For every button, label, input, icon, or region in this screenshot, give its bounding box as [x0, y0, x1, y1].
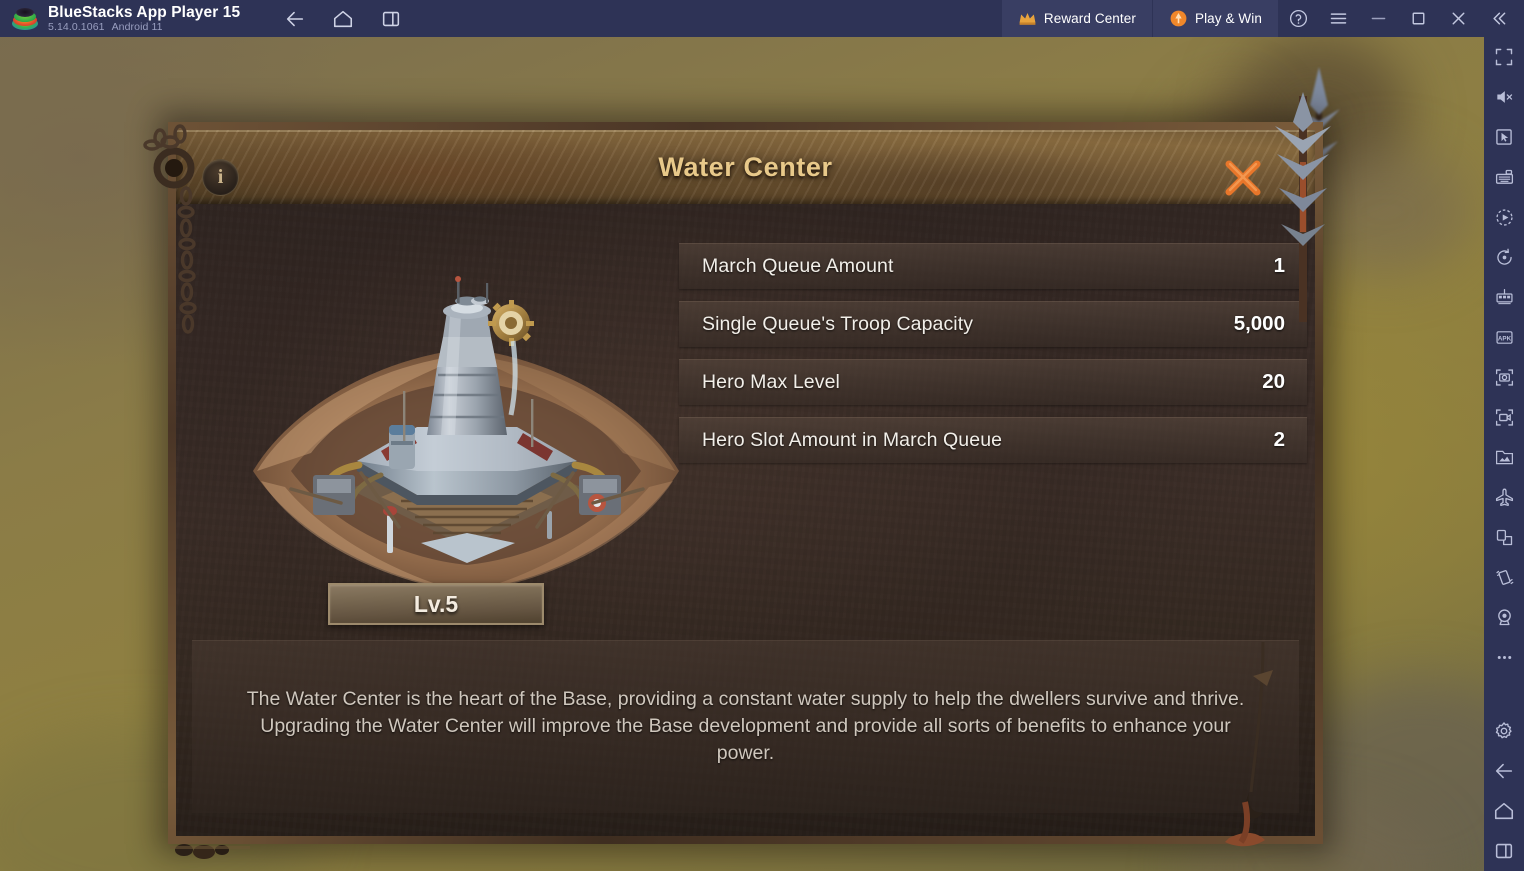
play-and-win-button[interactable]: Play & Win — [1151, 0, 1278, 37]
titlebar-nav-group — [280, 4, 406, 34]
info-button[interactable]: i — [202, 159, 239, 196]
recent-apps-icon[interactable] — [1484, 831, 1524, 871]
back-arrow-icon[interactable] — [1484, 751, 1524, 791]
close-icon[interactable] — [1438, 0, 1478, 37]
rotate-icon[interactable] — [1484, 237, 1524, 277]
app-version-line: 5.14.0.1061 Android 11 — [48, 21, 240, 34]
help-icon[interactable] — [1278, 0, 1318, 37]
app-version: 5.14.0.1061 — [48, 20, 105, 33]
close-x-icon — [1225, 160, 1261, 196]
shake-icon[interactable] — [1484, 557, 1524, 597]
bluestacks-sidebar: APK — [1484, 37, 1524, 871]
stat-value: 5,000 — [1233, 312, 1285, 335]
media-manager-icon[interactable] — [1484, 437, 1524, 477]
bluestacks-logo-icon — [12, 6, 38, 32]
collapse-sidebar-icon[interactable] — [1478, 0, 1518, 37]
crown-icon — [1019, 12, 1036, 25]
water-center-dialog: i Water Center Lv.5 March Queue Amount 1… — [143, 92, 1331, 859]
fullscreen-icon[interactable] — [1484, 37, 1524, 77]
stat-value: 2 — [1273, 428, 1285, 451]
location-icon[interactable] — [1484, 597, 1524, 637]
table-row: Hero Max Level 20 — [679, 359, 1307, 405]
airplane-mode-icon[interactable] — [1484, 477, 1524, 517]
play-and-win-label: Play & Win — [1194, 11, 1262, 26]
minimize-icon[interactable] — [1358, 0, 1398, 37]
screenshot-icon[interactable] — [1484, 357, 1524, 397]
app-title-block: BlueStacks App Player 15 5.14.0.1061 Andr… — [48, 4, 240, 34]
home-icon[interactable] — [328, 4, 358, 34]
screen-record-icon[interactable] — [1484, 397, 1524, 437]
reward-center-button[interactable]: Reward Center — [1001, 0, 1152, 37]
stat-value: 20 — [1262, 370, 1285, 393]
screen-root: i Water Center Lv.5 March Queue Amount 1… — [0, 0, 1524, 871]
table-row: Hero Slot Amount in March Queue 2 — [679, 417, 1307, 463]
description-text: The Water Center is the heart of the Bas… — [246, 688, 1245, 764]
back-icon[interactable] — [280, 4, 310, 34]
description-panel: The Water Center is the heart of the Bas… — [192, 640, 1299, 813]
home-icon[interactable] — [1484, 791, 1524, 831]
dialog-title: Water Center — [658, 151, 833, 182]
building-artwork — [231, 275, 701, 605]
stat-label: Hero Max Level — [702, 370, 840, 393]
dialog-body: i Water Center Lv.5 March Queue Amount 1… — [176, 130, 1315, 836]
menu-icon[interactable] — [1318, 0, 1358, 37]
stat-label: March Queue Amount — [702, 254, 894, 277]
macro-icon[interactable] — [1484, 197, 1524, 237]
stats-list: March Queue Amount 1 Single Queue's Troo… — [679, 243, 1307, 475]
reward-center-label: Reward Center — [1043, 11, 1136, 26]
app-title: BlueStacks App Player 15 — [48, 3, 241, 21]
bluestacks-titlebar: BlueStacks App Player 15 5.14.0.1061 Andr… — [0, 0, 1524, 37]
keymapping-icon[interactable] — [1484, 157, 1524, 197]
apk-install-icon[interactable]: APK — [1484, 317, 1524, 357]
mute-icon[interactable] — [1484, 77, 1524, 117]
multi-instance-manager-icon[interactable] — [1484, 277, 1524, 317]
svg-text:APK: APK — [1497, 335, 1511, 342]
window-controls — [1278, 0, 1524, 37]
stat-value: 1 — [1273, 254, 1285, 277]
cursor-icon[interactable] — [1484, 117, 1524, 157]
settings-gear-icon[interactable] — [1484, 711, 1524, 751]
stat-label: Hero Slot Amount in March Queue — [702, 428, 1003, 451]
water-center-building-image — [253, 276, 679, 593]
maximize-icon[interactable] — [1398, 0, 1438, 37]
game-viewport: i Water Center Lv.5 March Queue Amount 1… — [0, 37, 1484, 871]
real-time-translate-icon[interactable] — [1484, 517, 1524, 557]
play-win-coin-icon — [1170, 10, 1187, 27]
table-row: Single Queue's Troop Capacity 5,000 — [679, 301, 1307, 347]
stat-label: Single Queue's Troop Capacity — [702, 312, 974, 335]
close-button[interactable] — [1215, 150, 1271, 206]
table-row: March Queue Amount 1 — [679, 243, 1307, 289]
more-icon[interactable] — [1484, 637, 1524, 677]
level-badge: Lv.5 — [328, 583, 544, 625]
android-version: Android 11 — [111, 20, 163, 33]
multi-instance-icon[interactable] — [376, 4, 406, 34]
